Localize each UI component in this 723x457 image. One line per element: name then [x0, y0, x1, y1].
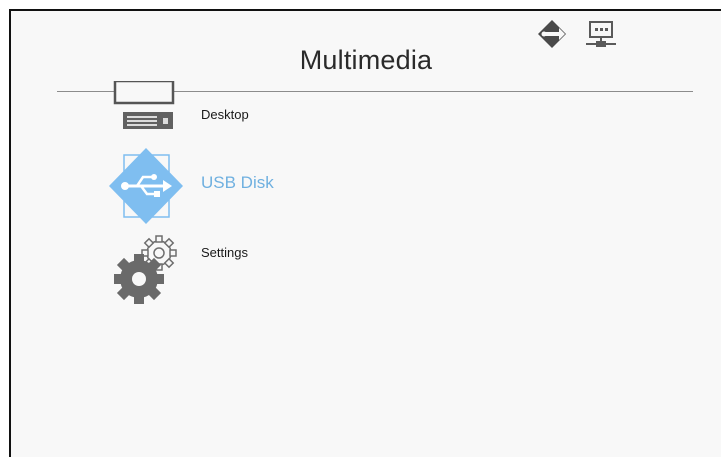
menu-item-settings[interactable]: Settings — [11, 233, 721, 313]
menu-item-label: Desktop — [201, 107, 249, 122]
usb-disk-icon — [107, 147, 185, 230]
gears-icon — [109, 233, 189, 314]
menu-item-label: Settings — [201, 245, 248, 260]
menu-item-label: USB Disk — [201, 173, 274, 192]
multimedia-screen: Multimedia Desktop USB Disk Settings — [9, 9, 721, 457]
page-title: Multimedia — [299, 45, 433, 75]
menu-item-desktop[interactable]: Desktop — [11, 79, 721, 142]
desktop-computer-icon — [109, 79, 179, 142]
menu-item-usb-disk[interactable]: USB Disk — [11, 147, 721, 225]
